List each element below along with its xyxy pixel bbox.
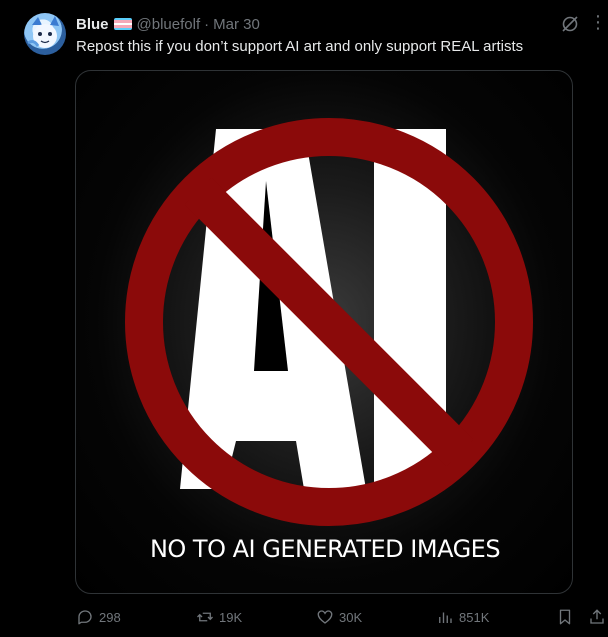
bookmark-icon — [559, 609, 571, 625]
no-ai-sign — [125, 118, 533, 526]
grok-icon[interactable] — [560, 14, 580, 34]
repost-count: 19K — [219, 609, 243, 625]
author-handle[interactable]: @bluefolf — [137, 16, 201, 33]
avatar[interactable] — [24, 13, 66, 55]
tweet-header: Blue @bluefolf · Mar 30 — [76, 14, 260, 34]
tweet-text: Repost this if you don’t support AI art … — [76, 38, 524, 55]
reply-count: 298 — [99, 609, 121, 625]
reply-icon — [78, 610, 92, 625]
view-count: 851K — [459, 609, 490, 625]
more-icon[interactable]: ⋮ — [588, 12, 608, 32]
repost-button[interactable]: 19K — [196, 604, 242, 630]
tweet-image[interactable]: NO TO AI GENERATED IMAGES — [75, 70, 573, 594]
image-caption: NO TO AI GENERATED IMAGES — [149, 535, 501, 563]
tweet[interactable]: Blue @bluefolf · Mar 30 ⋮ Repost this if… — [0, 0, 608, 637]
reply-button[interactable]: 298 — [76, 604, 121, 630]
tweet-date[interactable]: Mar 30 — [213, 16, 260, 33]
heart-icon — [317, 610, 333, 624]
repost-icon — [197, 612, 213, 622]
views-icon — [439, 612, 452, 623]
flag-stripe — [113, 27, 132, 30]
bookmark-button[interactable] — [556, 604, 579, 630]
share-icon — [590, 609, 604, 624]
author-name[interactable]: Blue — [76, 16, 109, 33]
share-button[interactable] — [588, 604, 608, 630]
like-count: 30K — [339, 609, 363, 625]
separator-dot: · — [204, 15, 210, 33]
like-button[interactable]: 30K — [316, 604, 362, 630]
avatar-art — [27, 16, 59, 48]
trans-flag-icon — [113, 18, 132, 30]
action-bar: 298 19K 30K 851K — [0, 604, 608, 630]
views-button[interactable]: 851K — [436, 604, 489, 630]
